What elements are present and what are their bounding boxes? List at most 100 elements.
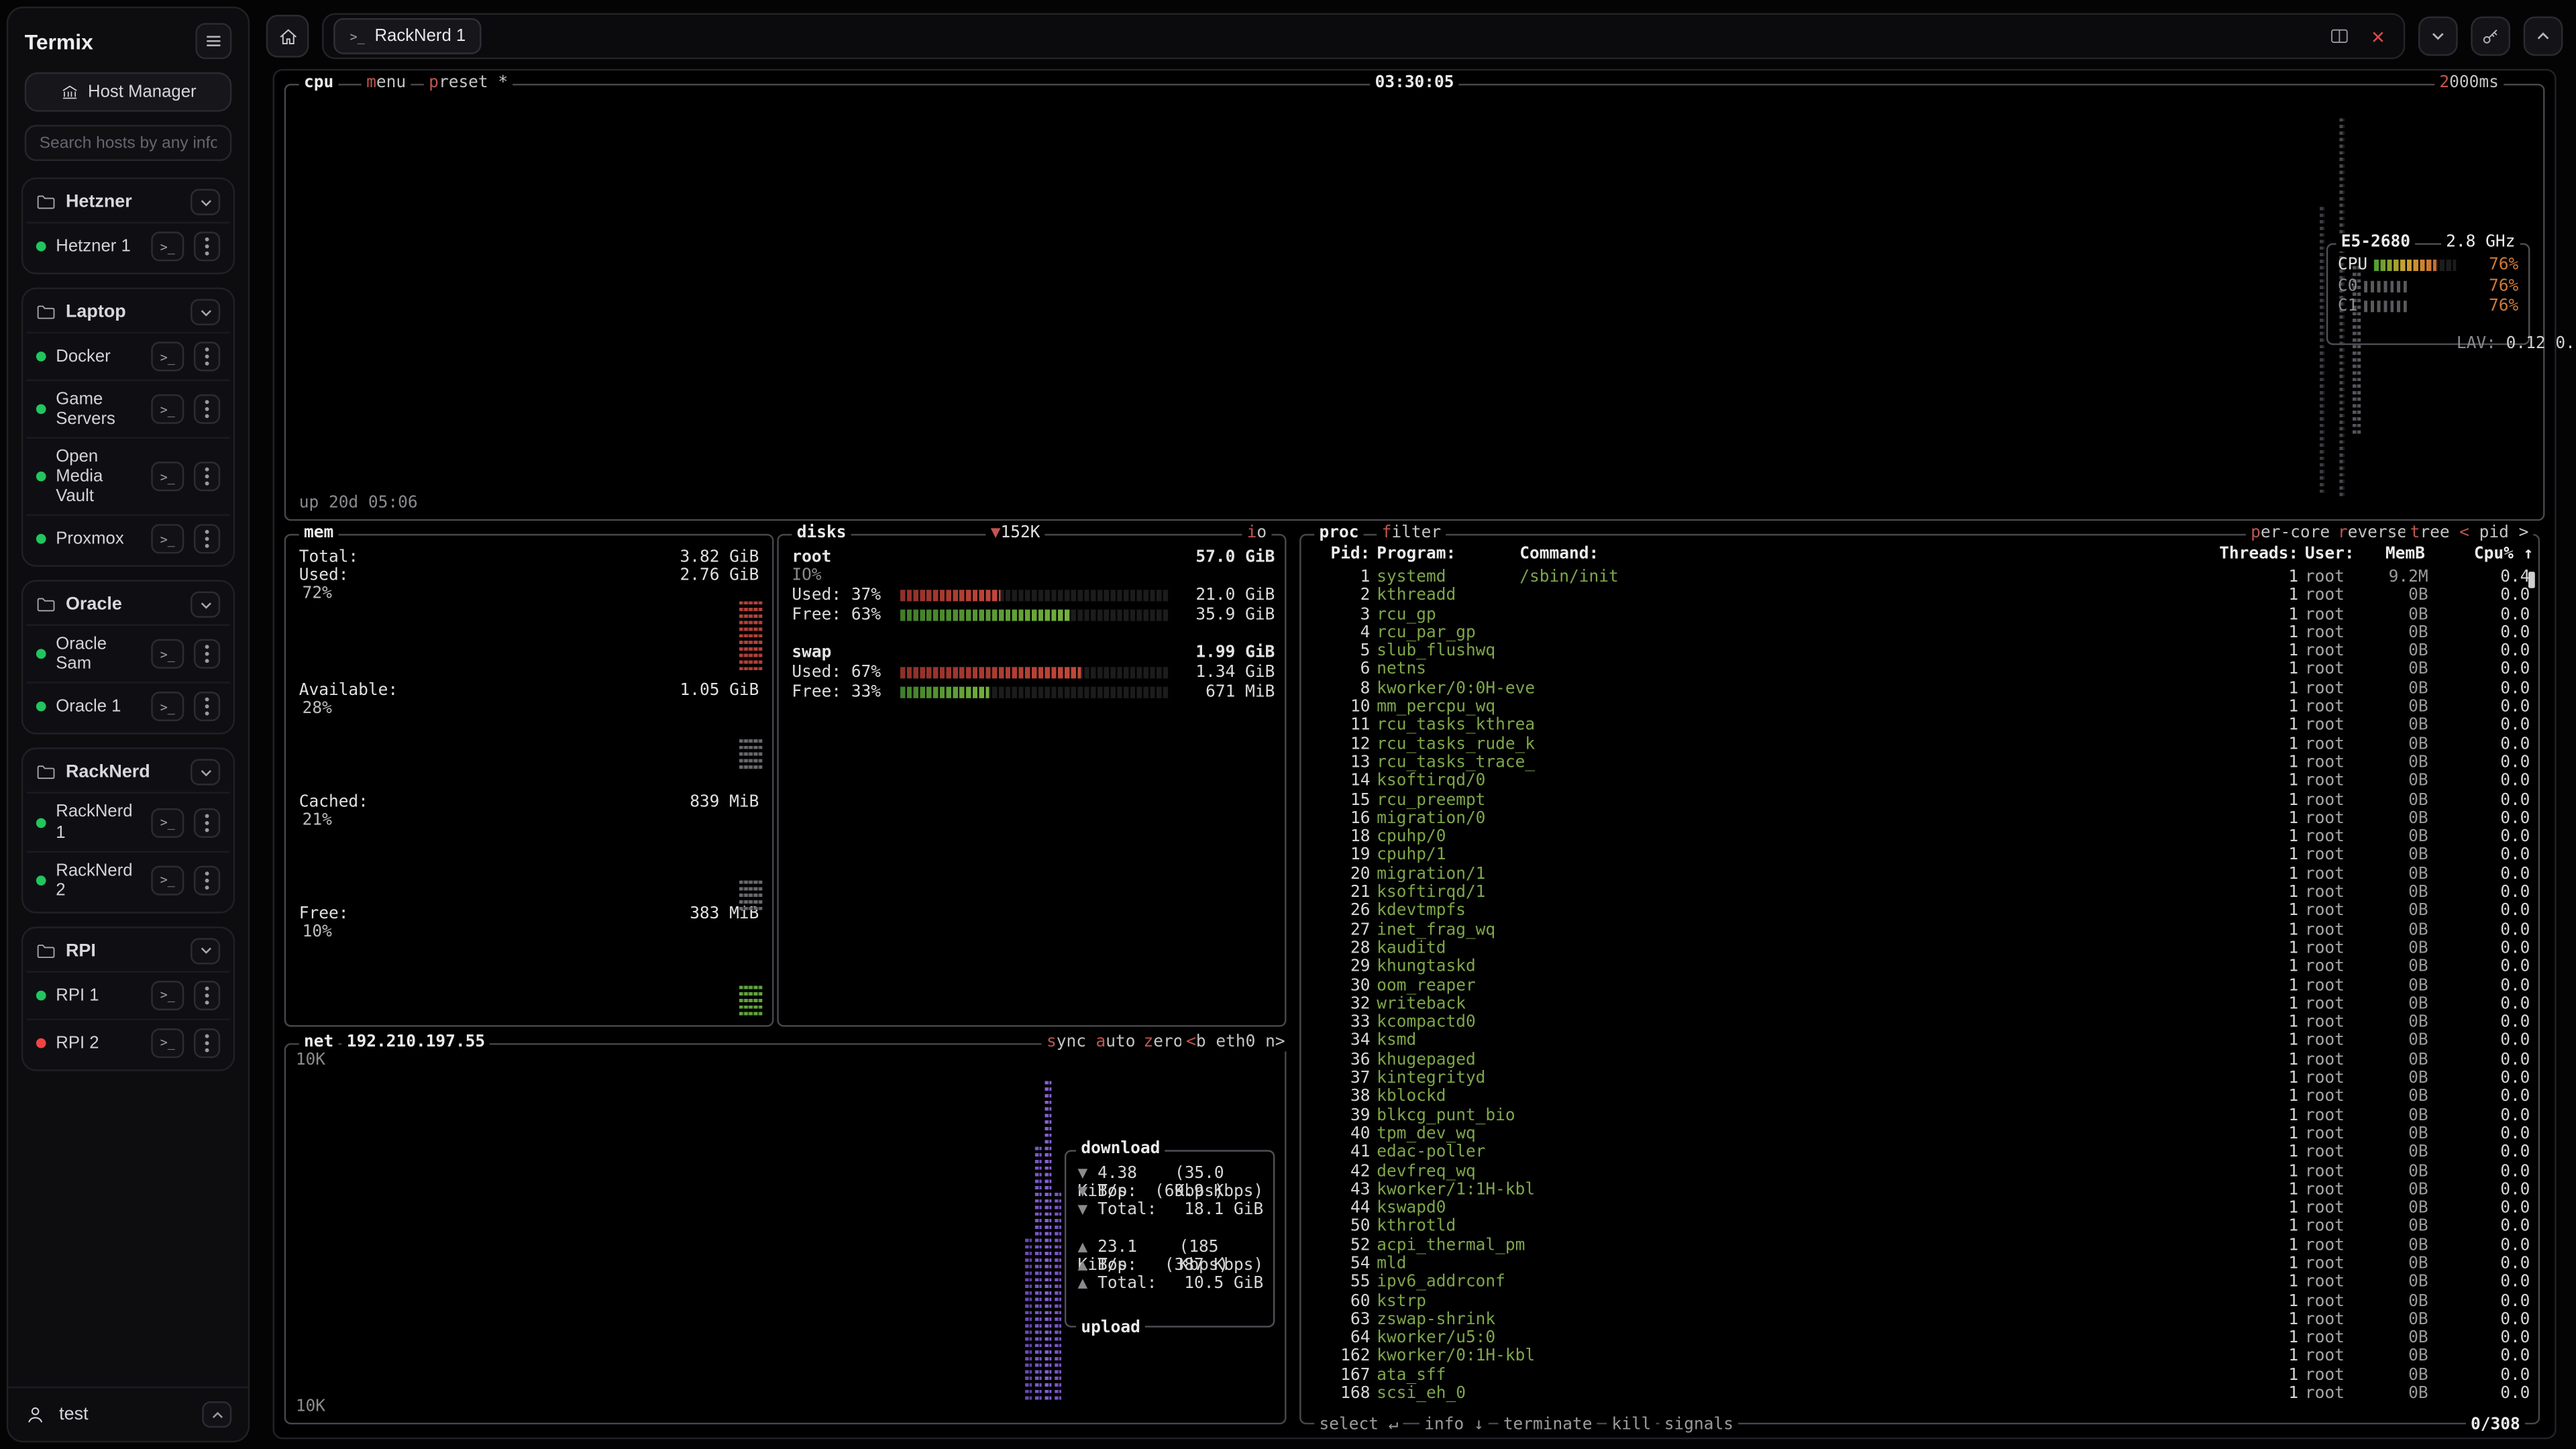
proc-row[interactable]: 43 kworker/1:1H-kbl 1 root 0B 0.0 bbox=[1314, 1181, 2535, 1199]
home-button[interactable] bbox=[266, 15, 309, 58]
header-pid[interactable]: Pid: bbox=[1314, 545, 1370, 564]
proc-row[interactable]: 64 kworker/u5:0 1 root 0B 0.0 bbox=[1314, 1330, 2535, 1348]
update-interval[interactable]: 2000ms bbox=[2434, 74, 2504, 92]
footer-select[interactable]: select ↵ bbox=[1314, 1416, 1403, 1434]
panel-down-button[interactable] bbox=[2418, 16, 2458, 56]
host-connect-button[interactable]: >_ bbox=[151, 525, 184, 554]
host-row[interactable]: Open Media Vault >_ bbox=[26, 437, 230, 515]
host-menu-button[interactable] bbox=[194, 1028, 220, 1057]
proc-row[interactable]: 36 khugepaged 1 root 0B 0.0 bbox=[1314, 1051, 2535, 1070]
panel-up-button[interactable] bbox=[2524, 16, 2563, 56]
proc-row[interactable]: 63 zswap-shrink 1 root 0B 0.0 bbox=[1314, 1311, 2535, 1330]
host-menu-button[interactable] bbox=[194, 865, 220, 895]
proc-row[interactable]: 54 mld 1 root 0B 0.0 bbox=[1314, 1255, 2535, 1274]
host-connect-button[interactable]: >_ bbox=[151, 640, 184, 669]
reverse-option[interactable]: reverse bbox=[2333, 524, 2412, 542]
host-row[interactable]: RPI 2 >_ bbox=[26, 1018, 230, 1066]
folder-collapse-button[interactable] bbox=[191, 592, 220, 618]
proc-row[interactable]: 12 rcu_tasks_rude_k 1 root 0B 0.0 bbox=[1314, 735, 2535, 754]
host-connect-button[interactable]: >_ bbox=[151, 394, 184, 424]
tree-option[interactable]: tree bbox=[2405, 524, 2455, 542]
proc-row[interactable]: 167 ata_sff 1 root 0B 0.0 bbox=[1314, 1366, 2535, 1385]
header-cpu[interactable]: Cpu% ↑ bbox=[2461, 545, 2534, 564]
host-row[interactable]: Oracle Sam >_ bbox=[26, 625, 230, 682]
preset-option[interactable]: preset * bbox=[424, 74, 513, 92]
proc-row[interactable]: 39 blkcg_punt_bio 1 root 0B 0.0 bbox=[1314, 1107, 2535, 1126]
host-connect-button[interactable]: >_ bbox=[151, 808, 184, 837]
proc-row[interactable]: 52 acpi_thermal_pm 1 root 0B 0.0 bbox=[1314, 1236, 2535, 1255]
proc-row[interactable]: 8 kworker/0:0H-eve 1 root 0B 0.0 bbox=[1314, 680, 2535, 698]
proc-row[interactable]: 1 systemd /sbin/init 1 root 9.2M 0.4 bbox=[1314, 568, 2535, 587]
proc-row[interactable]: 168 scsi_eh_0 1 root 0B 0.0 bbox=[1314, 1385, 2535, 1404]
close-tab-button[interactable] bbox=[2369, 27, 2387, 45]
host-manager-button[interactable]: Host Manager bbox=[25, 72, 232, 112]
header-program[interactable]: Program: bbox=[1377, 545, 1456, 564]
proc-row[interactable]: 3 rcu_gp 1 root 0B 0.0 bbox=[1314, 606, 2535, 625]
folder-header[interactable]: RPI bbox=[26, 931, 230, 971]
host-menu-button[interactable] bbox=[194, 692, 220, 722]
proc-row[interactable]: 21 ksoftirqd/1 1 root 0B 0.0 bbox=[1314, 884, 2535, 903]
user-footer[interactable]: test bbox=[8, 1387, 248, 1441]
host-connect-button[interactable]: >_ bbox=[151, 980, 184, 1010]
tab-racknerd-1[interactable]: >_ RackNerd 1 bbox=[333, 18, 482, 54]
proc-row[interactable]: 38 kblockd 1 root 0B 0.0 bbox=[1314, 1088, 2535, 1107]
sidebar-menu-button[interactable] bbox=[195, 23, 231, 59]
proc-row[interactable]: 29 khungtaskd 1 root 0B 0.0 bbox=[1314, 958, 2535, 977]
proc-row[interactable]: 20 migration/1 1 root 0B 0.0 bbox=[1314, 865, 2535, 884]
proc-row[interactable]: 16 migration/0 1 root 0B 0.0 bbox=[1314, 810, 2535, 828]
proc-row[interactable]: 4 rcu_par_gp 1 root 0B 0.0 bbox=[1314, 624, 2535, 643]
proc-row[interactable]: 60 kstrp 1 root 0B 0.0 bbox=[1314, 1292, 2535, 1311]
proc-row[interactable]: 44 kswapd0 1 root 0B 0.0 bbox=[1314, 1199, 2535, 1218]
host-row[interactable]: Game Servers >_ bbox=[26, 380, 230, 437]
proc-row[interactable]: 162 kworker/0:1H-kbl 1 root 0B 0.0 bbox=[1314, 1348, 2535, 1366]
folder-collapse-button[interactable] bbox=[191, 760, 220, 786]
proc-header[interactable]: Pid: Program: Command: Threads: User: Me… bbox=[1314, 545, 2535, 565]
host-row[interactable]: Docker >_ bbox=[26, 332, 230, 380]
host-connect-button[interactable]: >_ bbox=[151, 231, 184, 261]
footer-signals[interactable]: signals bbox=[1659, 1416, 1738, 1434]
folder-collapse-button[interactable] bbox=[191, 299, 220, 325]
proc-row[interactable]: 50 kthrotld 1 root 0B 0.0 bbox=[1314, 1218, 2535, 1237]
proc-row[interactable]: 27 inet_frag_wq 1 root 0B 0.0 bbox=[1314, 921, 2535, 940]
proc-scrollbar[interactable] bbox=[2528, 572, 2535, 588]
host-row[interactable]: Oracle 1 >_ bbox=[26, 682, 230, 730]
proc-row[interactable]: 34 ksmd 1 root 0B 0.0 bbox=[1314, 1032, 2535, 1051]
host-connect-button[interactable]: >_ bbox=[151, 341, 184, 371]
proc-row[interactable]: 37 kintegrityd 1 root 0B 0.0 bbox=[1314, 1069, 2535, 1088]
header-threads[interactable]: Threads: bbox=[2180, 545, 2298, 564]
net-interface-option[interactable]: <b eth0 n> bbox=[1181, 1033, 1290, 1051]
footer-info[interactable]: info ↓ bbox=[1419, 1416, 1489, 1434]
host-menu-button[interactable] bbox=[194, 525, 220, 554]
proc-row[interactable]: 15 rcu_preempt 1 root 0B 0.0 bbox=[1314, 791, 2535, 810]
proc-row[interactable]: 11 rcu_tasks_kthrea 1 root 0B 0.0 bbox=[1314, 717, 2535, 736]
header-mem[interactable]: MemB bbox=[2385, 545, 2425, 564]
user-menu-button[interactable] bbox=[202, 1401, 231, 1428]
net-zero-option[interactable]: zero bbox=[1138, 1033, 1188, 1051]
folder-collapse-button[interactable] bbox=[191, 938, 220, 964]
split-view-button[interactable] bbox=[2330, 26, 2349, 46]
proc-row[interactable]: 2 kthreadd 1 root 0B 0.0 bbox=[1314, 587, 2535, 606]
footer-kill[interactable]: kill bbox=[1607, 1416, 1656, 1434]
proc-row[interactable]: 41 edac-poller 1 root 0B 0.0 bbox=[1314, 1144, 2535, 1163]
folder-header[interactable]: Laptop bbox=[26, 292, 230, 332]
folder-header[interactable]: Oracle bbox=[26, 586, 230, 625]
host-connect-button[interactable]: >_ bbox=[151, 1028, 184, 1057]
host-row[interactable]: RackNerd 2 >_ bbox=[26, 851, 230, 908]
proc-row[interactable]: 26 kdevtmpfs 1 root 0B 0.0 bbox=[1314, 902, 2535, 921]
proc-row[interactable]: 18 cpuhp/0 1 root 0B 0.0 bbox=[1314, 828, 2535, 847]
sort-selector[interactable]: < pid > bbox=[2455, 524, 2534, 542]
net-auto-option[interactable]: auto bbox=[1091, 1033, 1140, 1051]
proc-row[interactable]: 55 ipv6_addrconf 1 root 0B 0.0 bbox=[1314, 1274, 2535, 1293]
proc-row[interactable]: 28 kauditd 1 root 0B 0.0 bbox=[1314, 940, 2535, 959]
menu-option[interactable]: menu bbox=[362, 74, 411, 92]
folder-header[interactable]: Hetzner bbox=[26, 182, 230, 222]
proc-row[interactable]: 6 netns 1 root 0B 0.0 bbox=[1314, 661, 2535, 680]
proc-row[interactable]: 10 mm_percpu_wq 1 root 0B 0.0 bbox=[1314, 698, 2535, 717]
proc-row[interactable]: 30 oom_reaper 1 root 0B 0.0 bbox=[1314, 977, 2535, 996]
folder-collapse-button[interactable] bbox=[191, 189, 220, 215]
per-core-option[interactable]: per-core bbox=[2246, 524, 2335, 542]
host-row[interactable]: Proxmox >_ bbox=[26, 515, 230, 562]
host-connect-button[interactable]: >_ bbox=[151, 865, 184, 895]
proc-row[interactable]: 5 slub_flushwq 1 root 0B 0.0 bbox=[1314, 643, 2535, 661]
host-row[interactable]: RPI 1 >_ bbox=[26, 971, 230, 1018]
